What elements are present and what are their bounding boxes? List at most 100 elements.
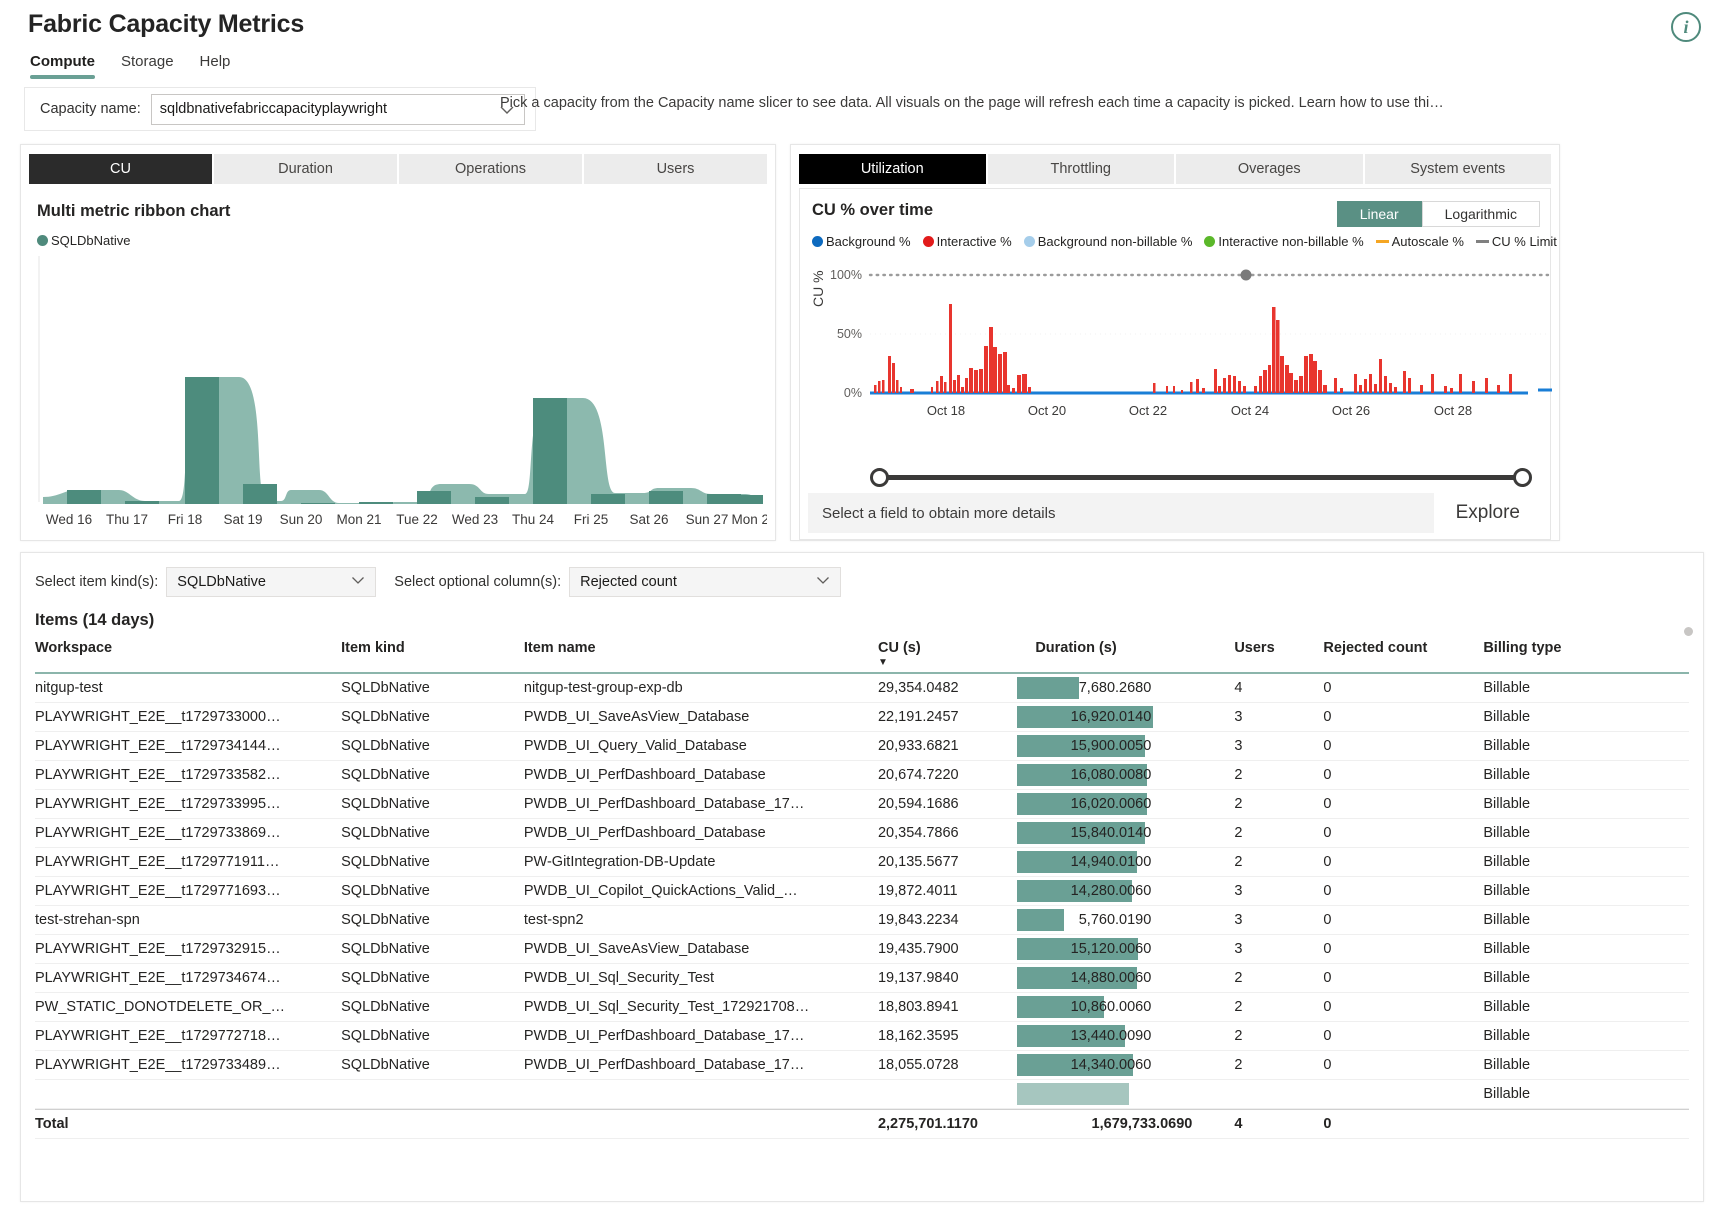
range-slider-right-handle[interactable] (1513, 468, 1532, 487)
explore-button[interactable]: Explore (1434, 493, 1542, 533)
range-slider-left-handle[interactable] (870, 468, 889, 487)
table-row[interactable]: Billable (35, 1080, 1689, 1109)
duration-data-bar (1017, 1083, 1129, 1105)
legend-dash-icon (1376, 240, 1389, 243)
table-row[interactable]: PLAYWRIGHT_E2E__t1729732915…SQLDbNativeP… (35, 935, 1689, 964)
legend-item-sqldbnative[interactable]: SQLDbNative (37, 233, 130, 248)
info-icon[interactable]: i (1671, 12, 1701, 42)
cell-item-name: PWDB_UI_Copilot_QuickActions_Valid_… (524, 877, 878, 906)
table-row[interactable]: PLAYWRIGHT_E2E__t1729734144…SQLDbNativeP… (35, 732, 1689, 761)
utilization-tabstrip: Utilization Throttling Overages System e… (799, 154, 1551, 184)
cell-billing-type: Billable (1483, 906, 1689, 935)
table-row[interactable]: PLAYWRIGHT_E2E__t1729733869…SQLDbNativeP… (35, 819, 1689, 848)
total-cu: 2,275,701.1170 (878, 1110, 1017, 1139)
cell-cu: 29,354.0482 (878, 673, 1017, 703)
items-table-panel: Select item kind(s): SQLDbNative Select … (20, 552, 1704, 1202)
legend-item-interactive[interactable]: Interactive % (923, 234, 1012, 249)
table-row[interactable]: PLAYWRIGHT_E2E__t1729733489…SQLDbNativeP… (35, 1051, 1689, 1080)
nav-tab-storage[interactable]: Storage (121, 53, 174, 79)
tab-utilization[interactable]: Utilization (799, 154, 986, 184)
primary-nav: Compute Storage Help (28, 53, 1723, 79)
cell-duration-value: 14,880.0060 (1017, 970, 1151, 986)
cell-item-name: PWDB_UI_Sql_Security_Test (524, 964, 878, 993)
cell-billing-type: Billable (1483, 703, 1689, 732)
legend-dot-icon (923, 236, 934, 247)
table-row[interactable]: PW_STATIC_DONOTDELETE_OR_…SQLDbNativePWD… (35, 993, 1689, 1022)
table-row[interactable]: PLAYWRIGHT_E2E__t1729772718…SQLDbNativeP… (35, 1022, 1689, 1051)
tab-duration[interactable]: Duration (214, 154, 397, 184)
column-header-billing-type[interactable]: Billing type (1483, 636, 1689, 673)
column-header-cu[interactable]: CU (s) ▼ (878, 636, 1017, 673)
cell-item-name: PWDB_UI_Query_Valid_Database (524, 732, 878, 761)
ribbon-chart-plot[interactable]: Wed 16 Thu 17 Fri 18 Sat 19 Sun 20 Mon 2… (29, 254, 767, 559)
cell-rejected-count: 0 (1323, 819, 1483, 848)
column-header-item-kind[interactable]: Item kind (341, 636, 524, 673)
svg-text:Fri 18: Fri 18 (168, 512, 203, 527)
tab-throttling[interactable]: Throttling (988, 154, 1175, 184)
cell-workspace: PLAYWRIGHT_E2E__t1729771911… (35, 848, 341, 877)
cell-cu: 20,933.6821 (878, 732, 1017, 761)
column-header-rejected-count[interactable]: Rejected count (1323, 636, 1483, 673)
table-row[interactable]: test-strehan-spnSQLDbNativetest-spn219,8… (35, 906, 1689, 935)
column-header-item-name[interactable]: Item name (524, 636, 878, 673)
svg-text:Sun 20: Sun 20 (280, 512, 323, 527)
legend-item-autoscale[interactable]: Autoscale % (1376, 234, 1464, 249)
column-header-users[interactable]: Users (1234, 636, 1323, 673)
table-row[interactable]: PLAYWRIGHT_E2E__t1729771911…SQLDbNativeP… (35, 848, 1689, 877)
cell-workspace: PLAYWRIGHT_E2E__t1729732915… (35, 935, 341, 964)
cell-rejected-count: 0 (1323, 703, 1483, 732)
table-row[interactable]: PLAYWRIGHT_E2E__t1729733995…SQLDbNativeP… (35, 790, 1689, 819)
cell-users: 2 (1234, 819, 1323, 848)
cell-cu: 19,872.4011 (878, 877, 1017, 906)
cell-duration-value: 16,020.0060 (1017, 796, 1151, 812)
capacity-hint-text: Pick a capacity from the Capacity name s… (500, 95, 1712, 111)
tab-overages[interactable]: Overages (1176, 154, 1363, 184)
legend-item-background-non-billable[interactable]: Background non-billable % (1024, 234, 1193, 249)
legend-item-cu-limit[interactable]: CU % Limit (1476, 234, 1557, 249)
scale-logarithmic-button[interactable]: Logarithmic (1422, 201, 1540, 227)
cell-duration: 16,080.0080 (1017, 761, 1234, 790)
cell-workspace: PLAYWRIGHT_E2E__t1729733000… (35, 703, 341, 732)
nav-tab-help[interactable]: Help (200, 53, 231, 79)
cell-duration-value: 10,860.0060 (1017, 999, 1151, 1015)
cell-duration: 14,340.0060 (1017, 1051, 1234, 1080)
optional-columns-dropdown[interactable]: Rejected count (569, 567, 841, 597)
tab-system-events[interactable]: System events (1365, 154, 1552, 184)
nav-tab-compute[interactable]: Compute (30, 53, 95, 79)
cell-users: 3 (1234, 906, 1323, 935)
cu-chart-plot[interactable]: 100% 50% 0% (800, 257, 1550, 432)
table-row[interactable]: PLAYWRIGHT_E2E__t1729733582…SQLDbNativeP… (35, 761, 1689, 790)
legend-item-interactive-non-billable[interactable]: Interactive non-billable % (1204, 234, 1363, 249)
tab-users[interactable]: Users (584, 154, 767, 184)
legend-label: CU % Limit (1492, 234, 1557, 249)
items-table-total: Total 2,275,701.1170 1,679,733.0690 4 0 (35, 1109, 1689, 1139)
cell-item-kind: SQLDbNative (341, 935, 524, 964)
slider-track[interactable] (879, 475, 1523, 480)
column-header-duration[interactable]: Duration (s) (1017, 636, 1234, 673)
column-header-workspace[interactable]: Workspace (35, 636, 341, 673)
cell-rejected-count: 0 (1323, 1051, 1483, 1080)
table-row[interactable]: nitgup-testSQLDbNativenitgup-test-group-… (35, 673, 1689, 703)
legend-label: SQLDbNative (51, 233, 130, 248)
cell-rejected-count: 0 (1323, 761, 1483, 790)
table-row[interactable]: PLAYWRIGHT_E2E__t1729771693…SQLDbNativeP… (35, 877, 1689, 906)
table-row[interactable]: PLAYWRIGHT_E2E__t1729734674…SQLDbNativeP… (35, 964, 1689, 993)
cell-item-kind: SQLDbNative (341, 906, 524, 935)
tab-operations[interactable]: Operations (399, 154, 582, 184)
legend-item-background[interactable]: Background % (812, 234, 911, 249)
table-scrollbar[interactable] (1684, 627, 1693, 636)
scale-linear-button[interactable]: Linear (1337, 201, 1422, 227)
time-range-slider[interactable] (870, 467, 1532, 487)
tab-cu[interactable]: CU (29, 154, 212, 184)
cell-cu: 18,055.0728 (878, 1051, 1017, 1080)
capacity-name-dropdown[interactable]: sqldbnativefabriccapacityplaywright (151, 94, 525, 125)
cell-item-kind: SQLDbNative (341, 993, 524, 1022)
cell-users: 3 (1234, 732, 1323, 761)
cell-item-name: nitgup-test-group-exp-db (524, 673, 878, 703)
cu-over-time-card: CU % over time Linear Logarithmic Backgr… (799, 188, 1551, 540)
cell-users: 3 (1234, 703, 1323, 732)
cell-billing-type: Billable (1483, 848, 1689, 877)
table-row[interactable]: PLAYWRIGHT_E2E__t1729733000…SQLDbNativeP… (35, 703, 1689, 732)
ribbon-chart-title: Multi metric ribbon chart (37, 202, 767, 221)
item-kind-dropdown[interactable]: SQLDbNative (166, 567, 376, 597)
